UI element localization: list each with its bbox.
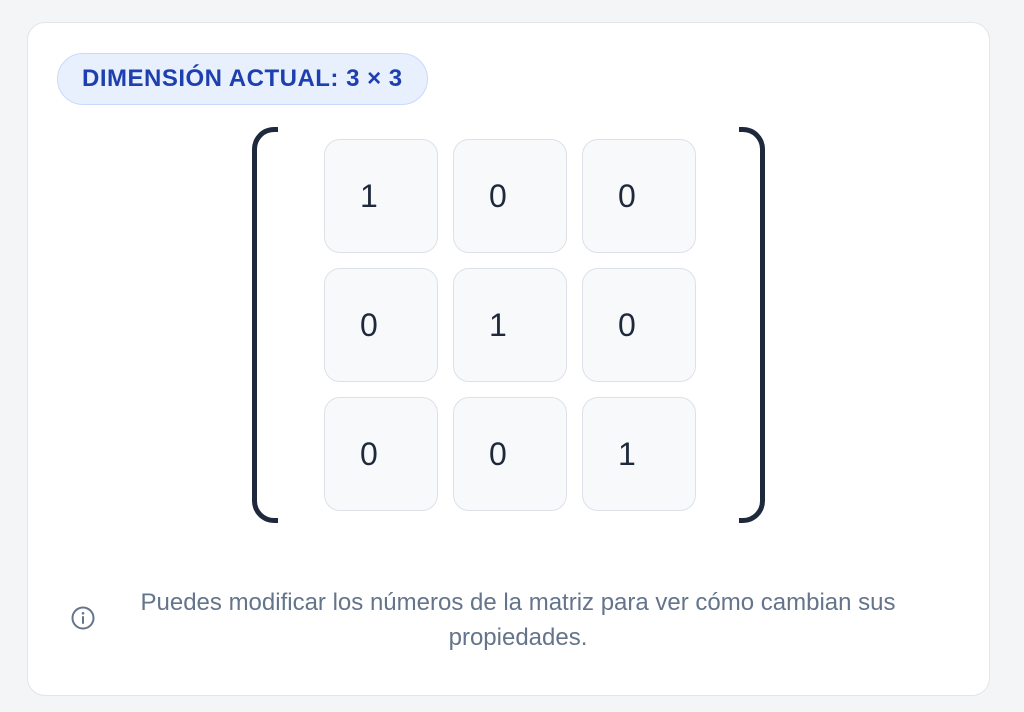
matrix-cell-r2-c1[interactable]: 0 xyxy=(324,268,438,382)
matrix-left-bracket xyxy=(252,127,278,523)
matrix-right-bracket xyxy=(739,127,765,523)
matrix-cell-r3-c3[interactable]: 1 xyxy=(582,397,696,511)
info-icon xyxy=(71,606,95,630)
matrix-grid: 1 0 0 0 1 0 0 0 1 xyxy=(324,139,696,511)
matrix-cell-r3-c2[interactable]: 0 xyxy=(453,397,567,511)
matrix-cell-r3-c1[interactable]: 0 xyxy=(324,397,438,511)
matrix-card: DIMENSIÓN ACTUAL: 3 × 3 1 0 0 0 1 0 0 0 … xyxy=(27,22,990,696)
matrix-cell-r1-c3[interactable]: 0 xyxy=(582,139,696,253)
matrix-cell-r1-c2[interactable]: 0 xyxy=(453,139,567,253)
info-hint-text: Puedes modificar los números de la matri… xyxy=(140,589,896,651)
matrix-cell-r1-c1[interactable]: 1 xyxy=(324,139,438,253)
matrix-cell-r2-c3[interactable]: 0 xyxy=(582,268,696,382)
dimension-badge: DIMENSIÓN ACTUAL: 3 × 3 xyxy=(57,53,428,105)
matrix-cell-r2-c2[interactable]: 1 xyxy=(453,268,567,382)
